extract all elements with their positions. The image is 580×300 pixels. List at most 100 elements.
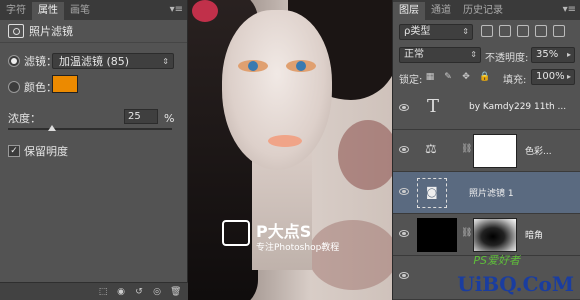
filter-radio[interactable] (8, 55, 20, 67)
chevron-updown-icon: ⇕ (470, 50, 477, 59)
visibility-eye-icon[interactable] (399, 230, 409, 237)
camera-icon: ◙ (426, 185, 438, 199)
fill-input[interactable]: 100% ▸ (531, 69, 575, 85)
layer-row-text[interactable]: T by Kamdy229 11th ... (393, 88, 580, 130)
tab-properties[interactable]: 属性 (32, 2, 64, 20)
opacity-input[interactable]: 35% ▸ (531, 47, 575, 63)
layer-row-photo-filter[interactable]: ◙ 照片滤镜 1 (393, 172, 580, 214)
layers-panel: 图层 通道 历史记录 ▾≡ ρ类型 ⇕ 正常 ⇕ 不透明度: 35% ▸ 锁定:… (392, 0, 580, 300)
preserve-label: 保留明度 (24, 145, 68, 158)
iris (248, 61, 258, 71)
right-eye (286, 60, 316, 72)
watermark-ps: PS爱好者 (473, 254, 520, 267)
type-filter-icon[interactable] (517, 25, 529, 37)
properties-header: 照片滤镜 (0, 20, 187, 43)
layer-row-adjustment[interactable]: ⚖ ⛓ 色彩... (393, 130, 580, 172)
flower-shape (192, 0, 218, 22)
right-tab-bar: 图层 通道 历史记录 ▾≡ (393, 0, 580, 20)
shape-filter-icon[interactable] (535, 25, 547, 37)
opacity-value: 35% (536, 49, 559, 60)
layer-mask-thumbnail[interactable] (473, 218, 517, 252)
properties-bottom-bar: ⬚ ◉ ↺ ◎ 🗑 (0, 282, 188, 300)
density-label: 浓度： (8, 112, 41, 125)
text-layer-icon: T (427, 96, 440, 117)
kind-filter-select[interactable]: ρ类型 ⇕ (399, 24, 473, 40)
filter-row: 滤镜： 加温滤镜 (85) ⇕ (0, 53, 188, 69)
logo-subtitle: 专注Photoshop教程 (256, 243, 340, 253)
chevron-right-icon: ▸ (566, 72, 571, 81)
density-input[interactable]: 25 (124, 109, 158, 124)
layer-name: 暗角 (525, 231, 544, 241)
adjustment-filter-icon[interactable] (499, 25, 511, 37)
smart-object-filter-icon[interactable] (553, 25, 565, 37)
kind-filter-value: ρ类型 (404, 26, 431, 37)
visibility-eye-icon[interactable] (399, 272, 409, 279)
iris (296, 61, 306, 71)
preserve-row: ✓ 保留明度 (0, 143, 188, 159)
color-swatch[interactable] (52, 75, 78, 93)
left-tab-bar: 字符 属性 画笔 ▾≡ (0, 0, 187, 20)
panel-menu-icon[interactable]: ▾≡ (563, 4, 576, 15)
view-previous-icon[interactable]: ◉ (116, 287, 126, 297)
properties-title: 照片滤镜 (29, 25, 73, 38)
visibility-eye-icon[interactable] (399, 104, 409, 111)
layer-thumbnail[interactable] (417, 218, 457, 252)
density-slider-track[interactable] (8, 128, 172, 130)
lock-icons: ▦ ✎ ✥ 🔒 (425, 72, 490, 82)
layer-row-mask[interactable]: ⛓ 暗角 (393, 214, 580, 256)
visibility-icon[interactable]: ◎ (152, 287, 162, 297)
link-icon: ⛓ (461, 228, 473, 238)
layer-mask-thumbnail[interactable] (473, 134, 517, 168)
color-radio[interactable] (8, 81, 20, 93)
filter-icons (481, 25, 565, 37)
pixel-filter-icon[interactable] (481, 25, 493, 37)
watermark: UiBQ.CoM (457, 272, 574, 296)
tab-channels[interactable]: 通道 (425, 2, 457, 20)
trash-icon[interactable]: 🗑 (170, 287, 181, 297)
properties-panel: 字符 属性 画笔 ▾≡ 照片滤镜 滤镜： 加温滤镜 (85) ⇕ 颜色： 浓度：… (0, 0, 188, 300)
density-slider-thumb[interactable] (48, 125, 56, 131)
lock-all-icon[interactable]: 🔒 (479, 72, 490, 82)
lock-transparent-icon[interactable]: ▦ (425, 72, 435, 82)
balance-adjustment-icon: ⚖ (425, 142, 437, 157)
reset-icon[interactable]: ↺ (134, 287, 144, 297)
fill-value: 100% (536, 71, 565, 82)
density-unit: % (164, 111, 175, 125)
chevron-updown-icon: ⇕ (462, 27, 469, 36)
layer-name: 照片滤镜 1 (469, 189, 514, 199)
color-row: 颜色： (0, 75, 188, 95)
lock-move-icon[interactable]: ✥ (461, 72, 471, 82)
petal-shape (338, 120, 392, 190)
tab-brush[interactable]: 画笔 (64, 2, 96, 20)
photo-filter-icon (8, 24, 24, 38)
opacity-label: 不透明度: (485, 53, 529, 64)
lock-label: 锁定: (399, 75, 423, 86)
left-eye (238, 60, 268, 72)
link-icon: ⛓ (461, 144, 473, 154)
chevron-right-icon: ▸ (566, 50, 571, 59)
density-row: 浓度： 25 % (0, 109, 188, 126)
visibility-eye-icon[interactable] (399, 188, 409, 195)
clip-to-layer-icon[interactable]: ⬚ (98, 287, 108, 297)
filter-select-value: 加温滤镜 (85) (59, 55, 130, 68)
visibility-eye-icon[interactable] (399, 146, 409, 153)
chevron-updown-icon: ⇕ (162, 57, 169, 66)
canvas-image: P大点S 专注Photoshop教程 (188, 0, 392, 300)
photo-filter-layer-icon: ◙ (417, 178, 447, 208)
lips-shape (268, 135, 302, 147)
preserve-checkbox[interactable]: ✓ (8, 145, 20, 157)
blend-mode-select[interactable]: 正常 ⇕ (399, 47, 481, 63)
fill-label: 填充: (503, 75, 527, 86)
logo: P大点S 专注Photoshop教程 (222, 218, 392, 258)
blend-mode-value: 正常 (404, 49, 424, 60)
logo-mark-icon (222, 220, 250, 246)
logo-title: P大点S (256, 222, 312, 241)
lock-paint-icon[interactable]: ✎ (443, 72, 453, 82)
filter-select[interactable]: 加温滤镜 (85) ⇕ (52, 53, 174, 69)
tab-history[interactable]: 历史记录 (457, 2, 509, 20)
panel-menu-icon[interactable]: ▾≡ (170, 4, 183, 15)
layer-name: by Kamdy229 11th ... (469, 102, 567, 112)
layer-name: 色彩... (525, 147, 552, 157)
tab-character[interactable]: 字符 (0, 2, 32, 20)
tab-layers[interactable]: 图层 (393, 2, 425, 20)
